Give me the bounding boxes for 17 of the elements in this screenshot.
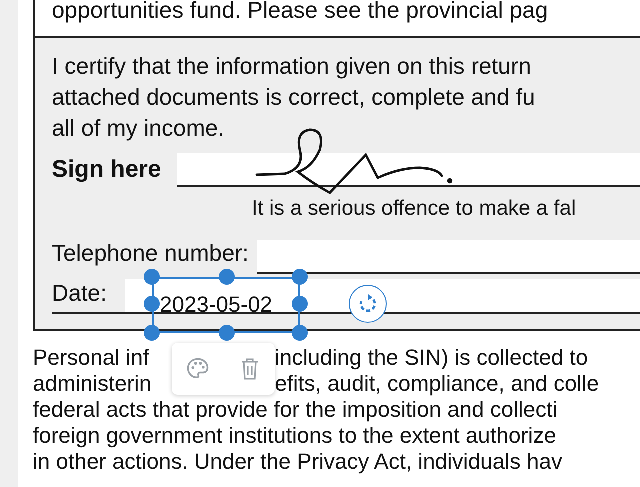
privacy-text: administerin [33,371,152,397]
phone-field[interactable] [256,240,640,274]
privacy-text: Personal inf [33,345,150,371]
privacy-text: in other actions. Under the Privacy Act, individuals hav [33,449,562,475]
certification-text: I certify that the information given on this return [52,52,532,81]
signature-field[interactable] [177,153,640,187]
certification-text: all of my income. [52,114,226,143]
date-field[interactable] [124,279,640,312]
privacy-text: including the SIN) is collected to [275,345,588,371]
rotate-icon [357,293,379,315]
privacy-text: federal acts that provide for the imposition and collecti [33,397,558,423]
warning-text: It is a serious offence to make a fal [251,196,578,222]
sign-label: Sign here [52,155,162,185]
document-text: opportunities fund. Please see the provincial pag [52,0,550,24]
privacy-text: efits, audit, compliance, and colle [275,371,600,397]
privacy-text: foreign government institutions to the extent authorize [33,423,556,449]
certification-text: attached documents is correct, complete and fu [52,83,536,112]
